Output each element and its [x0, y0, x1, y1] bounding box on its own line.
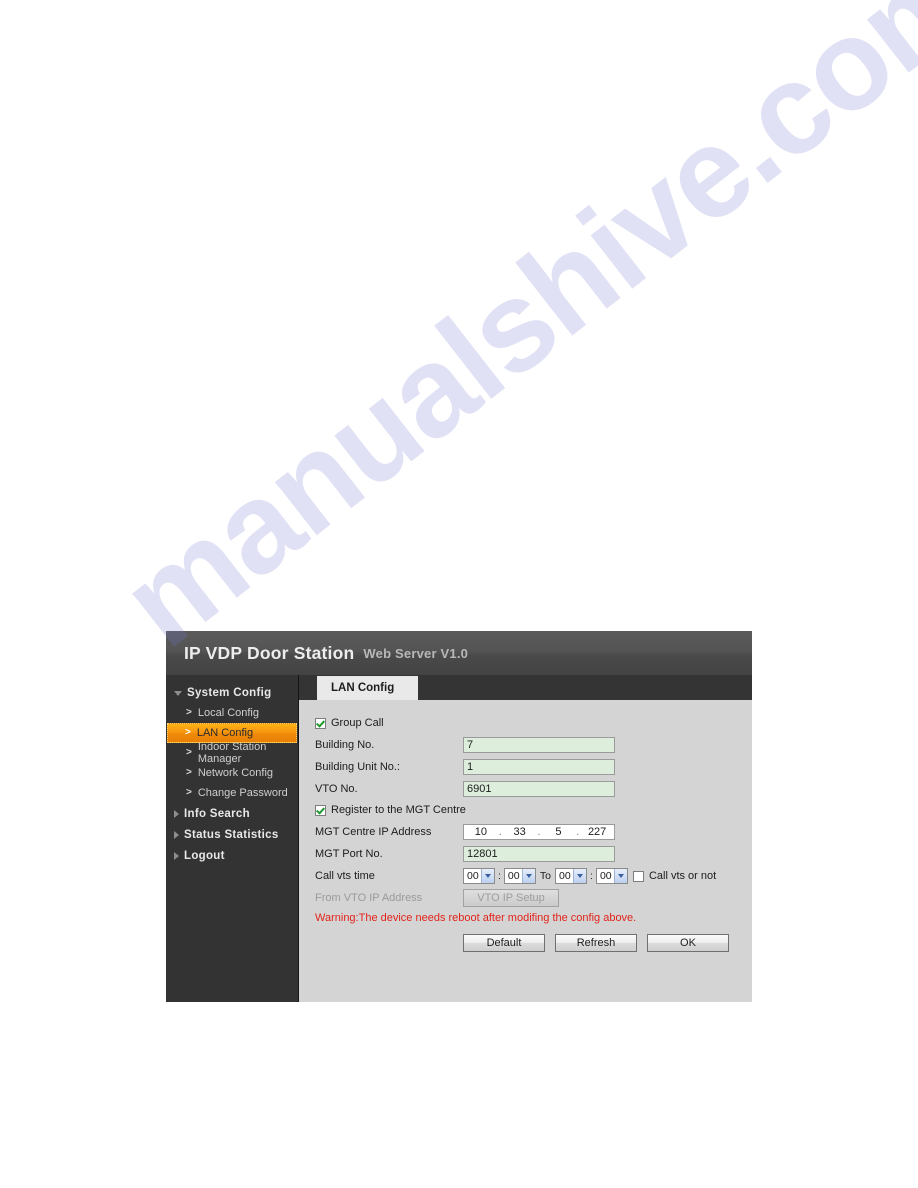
sidebar-item-network-config[interactable]: > Network Config	[168, 763, 296, 783]
tab-strip: LAN Config	[299, 675, 752, 700]
chevron-down-icon[interactable]	[573, 869, 587, 883]
building-unit-no-input[interactable]: 1	[463, 759, 615, 775]
ip-octet-3[interactable]: 5	[542, 825, 576, 839]
call-vts-time-label: Call vts time	[315, 870, 375, 882]
mgt-port-row: MGT Port No. 12801	[315, 844, 752, 864]
sidebar-navigation: System Config > Local Config > LAN Confi…	[166, 675, 299, 1002]
from-vto-ip-label: From VTO IP Address	[315, 892, 423, 904]
chevron-right-icon	[174, 831, 179, 839]
chevron-right-icon: >	[186, 707, 192, 718]
select-value: 00	[599, 869, 612, 882]
call-vts-start-hour-select[interactable]: 00	[463, 868, 495, 884]
chevron-right-icon	[174, 852, 179, 860]
group-call-checkbox[interactable]	[315, 717, 326, 729]
sidebar-group-info-search[interactable]: Info Search	[166, 804, 298, 824]
call-vts-time-row: Call vts time 00 : 00 To 00: 00 Call vt…	[315, 866, 752, 886]
building-unit-no-row: Building Unit No.: 1	[315, 757, 752, 777]
sidebar-item-lan-config[interactable]: > LAN Config	[167, 723, 297, 743]
select-value: 00	[467, 869, 479, 882]
sidebar-group-label: Logout	[184, 850, 225, 862]
window-body: System Config > Local Config > LAN Confi…	[166, 675, 752, 1002]
vto-ip-setup-button[interactable]: VTO IP Setup	[463, 889, 559, 907]
sidebar-group-label: Status Statistics	[184, 829, 279, 841]
chevron-down-icon[interactable]	[521, 869, 535, 883]
chevron-right-icon	[174, 810, 179, 818]
ip-octet-2[interactable]: 33	[503, 825, 537, 839]
chevron-right-icon: >	[186, 787, 192, 798]
call-vts-or-not-label: Call vts or not	[648, 870, 717, 882]
sidebar-group-label: System Config	[187, 687, 272, 699]
group-call-label: Group Call	[331, 717, 384, 729]
register-mgt-label: Register to the MGT Centre	[331, 804, 466, 816]
select-value: 00	[507, 869, 520, 882]
action-button-bar: Default Refresh OK	[463, 934, 752, 952]
sidebar-item-label: Local Config	[197, 707, 259, 719]
chevron-right-icon: >	[185, 727, 191, 738]
app-header: IP VDP Door Station Web Server V1.0	[166, 631, 752, 675]
to-label: To	[539, 870, 552, 882]
building-no-input[interactable]: 7	[463, 737, 615, 753]
time-separator: :	[498, 870, 501, 882]
building-unit-no-label: Building Unit No.:	[315, 761, 400, 773]
sidebar-item-label: Change Password	[197, 787, 288, 799]
time-separator: :	[590, 870, 593, 882]
web-server-window: IP VDP Door Station Web Server V1.0 Syst…	[166, 631, 752, 1002]
mgt-ip-input[interactable]: 10 . 33 . 5 . 227	[463, 824, 615, 840]
sidebar-item-label: Network Config	[197, 767, 274, 779]
sidebar-item-label: LAN Config	[196, 727, 254, 739]
default-button[interactable]: Default	[463, 934, 545, 952]
content-panel: LAN Config Group Call Building No. 7 Bui…	[299, 675, 752, 1002]
sidebar-group-logout[interactable]: Logout	[166, 846, 298, 866]
ok-button[interactable]: OK	[647, 934, 729, 952]
mgt-ip-row: MGT Centre IP Address 10 . 33 . 5 . 227	[315, 822, 752, 842]
ip-octet-1[interactable]: 10	[464, 825, 498, 839]
vto-no-row: VTO No. 6901	[315, 779, 752, 799]
chevron-right-icon: >	[186, 747, 192, 758]
watermark-text: manualshive.com	[96, 0, 918, 675]
brand-subtitle: Web Server V1.0	[363, 645, 469, 661]
sidebar-group-status-statistics[interactable]: Status Statistics	[166, 825, 298, 845]
register-mgt-row: Register to the MGT Centre	[315, 801, 752, 819]
sidebar-item-label: Indoor Station Manager	[197, 741, 267, 765]
chevron-right-icon: >	[186, 767, 192, 778]
sidebar-item-local-config[interactable]: > Local Config	[168, 703, 296, 723]
sidebar-group-label: Info Search	[184, 808, 250, 820]
building-no-row: Building No. 7	[315, 735, 752, 755]
ip-octet-4[interactable]: 227	[580, 825, 614, 839]
sidebar-item-change-password[interactable]: > Change Password	[168, 783, 296, 803]
call-vts-start-minute-select[interactable]: 00	[503, 868, 536, 884]
page-watermark: manualshive.com	[0, 0, 918, 1188]
building-no-label: Building No.	[315, 739, 375, 751]
call-vts-end-minute-select[interactable]: 00	[595, 868, 628, 884]
lan-config-form: Group Call Building No. 7 Building Unit …	[299, 700, 752, 952]
chevron-down-icon[interactable]	[613, 869, 627, 883]
brand-title: IP VDP Door Station	[184, 642, 355, 663]
mgt-ip-label: MGT Centre IP Address	[315, 826, 432, 838]
sidebar-item-indoor-station-manager[interactable]: > Indoor Station Manager	[168, 741, 296, 765]
call-vts-or-not-checkbox[interactable]	[632, 870, 644, 882]
mgt-port-input[interactable]: 12801	[463, 846, 615, 862]
warning-message: Warning:The device needs reboot after mo…	[315, 912, 637, 924]
vto-no-label: VTO No.	[315, 783, 358, 795]
group-call-row: Group Call	[315, 714, 752, 732]
sidebar-group-system-config[interactable]: System Config	[166, 683, 298, 703]
from-vto-ip-row: From VTO IP Address VTO IP Setup	[315, 888, 752, 908]
refresh-button[interactable]: Refresh	[555, 934, 637, 952]
select-value: 00	[559, 869, 571, 882]
tab-lan-config[interactable]: LAN Config	[317, 676, 419, 700]
register-mgt-checkbox[interactable]	[315, 804, 326, 816]
chevron-down-icon[interactable]	[481, 869, 494, 883]
call-vts-end-hour-select[interactable]: 00	[555, 868, 588, 884]
vto-no-input[interactable]: 6901	[463, 781, 615, 797]
mgt-port-label: MGT Port No.	[315, 848, 383, 860]
chevron-down-icon	[174, 690, 182, 696]
